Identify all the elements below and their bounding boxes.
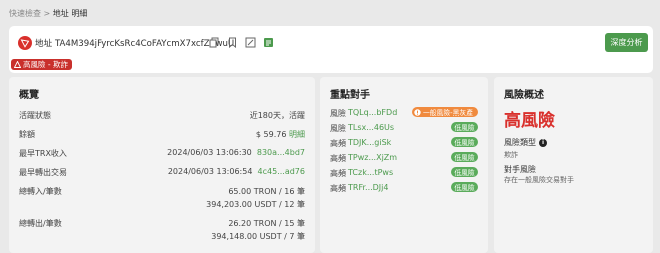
cp-risk-tag: 一般風險-黑灰產 bbox=[411, 107, 478, 117]
address-header: 地址 TA4M394jFyrcKsRc4CoFAYcmX7xcfZZwuU 深度… bbox=[9, 26, 653, 73]
breadcrumb-current: 地址 明細 bbox=[52, 9, 88, 18]
balance-detail-link[interactable]: 明細 bbox=[289, 130, 305, 139]
cp-address-link[interactable]: TQLq...bFDd bbox=[348, 108, 397, 117]
cp-address-link[interactable]: TPwz...XjZm bbox=[348, 153, 397, 162]
counterparty-risk-label: 對手風險 bbox=[504, 165, 536, 174]
cp-address-link[interactable]: TRFr...DJj4 bbox=[348, 183, 388, 192]
risk-badge: 高風險 - 欺詐 bbox=[11, 59, 72, 70]
bookmark-icon[interactable] bbox=[227, 37, 238, 49]
counterparty-row: 風險 TQLq...bFDd 一般風險-黑灰產 bbox=[330, 107, 478, 119]
address-label: 地址 bbox=[35, 39, 53, 49]
breadcrumb-root[interactable]: 快速檢查 bbox=[9, 9, 41, 18]
timestamp: 2024/06/03 13:06:54 bbox=[167, 167, 253, 176]
balance-value: $ 59.76 bbox=[255, 130, 287, 139]
cp-level: 高頻 bbox=[330, 169, 346, 178]
counterparty-row: 高頻 TPwz...XjZm 低風險 bbox=[330, 152, 478, 164]
row-value: 2024/06/03 13:06:30 830a...4bd7 bbox=[167, 148, 305, 157]
cp-risk-tag: 低風險 bbox=[451, 167, 478, 177]
counterparty-row: 高頻 TRFr...DJj4 低風險 bbox=[330, 182, 478, 194]
cp-level: 高頻 bbox=[330, 139, 346, 148]
breadcrumb-separator: > bbox=[41, 9, 53, 18]
cp-level: 風險 bbox=[330, 109, 346, 118]
counterparty-row: 高頻 TCzk...tPws 低風險 bbox=[330, 167, 478, 179]
overview-title: 概覽 bbox=[19, 90, 39, 101]
row-label: 餘額 bbox=[19, 130, 35, 139]
cp-risk-tag: 低風險 bbox=[451, 137, 478, 147]
risk-summary-title: 風險概述 bbox=[504, 90, 544, 101]
cp-address-link[interactable]: TLsx...46Us bbox=[348, 123, 394, 132]
export-icon[interactable] bbox=[263, 37, 274, 48]
risk-type-label: 風險類型 i bbox=[504, 137, 547, 148]
cp-risk-tag: 低風險 bbox=[451, 122, 478, 132]
cp-address-link[interactable]: TDJK...giSk bbox=[348, 138, 391, 147]
row-label: 活躍狀態 bbox=[19, 111, 51, 120]
risk-level: 高風險 bbox=[504, 111, 555, 131]
warning-icon bbox=[414, 108, 421, 116]
cp-level: 高頻 bbox=[330, 154, 346, 163]
row-label: 最早轉出交易 bbox=[19, 168, 67, 177]
total-in-tron: 65.00 TRON / 16 筆 bbox=[228, 187, 305, 196]
total-in-usdt: 394,203.00 USDT / 12 筆 bbox=[206, 200, 305, 209]
address-value: TA4M394jFyrcKsRc4CoFAYcmX7xcfZZwuU bbox=[54, 39, 235, 49]
risk-summary-card: 風險概述 高風險 風險類型 i 欺詐 對手風險 存在一般風險交易對手 bbox=[494, 77, 653, 253]
counterparty-risk-value: 存在一般風險交易對手 bbox=[504, 176, 574, 184]
cp-risk-tag: 低風險 bbox=[451, 152, 478, 162]
total-in-label: 總轉入/筆數 bbox=[19, 187, 62, 196]
risk-type-value: 欺詐 bbox=[504, 151, 518, 159]
edit-icon[interactable] bbox=[245, 37, 256, 48]
cp-risk-tag-label: 一般風險-黑灰產 bbox=[422, 109, 473, 117]
risk-type-label-text: 風險類型 bbox=[504, 138, 536, 147]
row-value: 近180天，活躍 bbox=[249, 111, 305, 120]
copy-icon[interactable] bbox=[209, 37, 220, 48]
tx-hash-link[interactable]: 4c45...ad76 bbox=[258, 167, 305, 176]
total-out-usdt: 394,148.00 USDT / 7 筆 bbox=[211, 232, 305, 241]
counterparties-card: 重點對手 風險 TQLq...bFDd 一般風險-黑灰產 風險 TLsx...4… bbox=[320, 77, 488, 253]
cp-level: 風險 bbox=[330, 124, 346, 133]
cp-address-link[interactable]: TCzk...tPws bbox=[348, 168, 393, 177]
row-label: 最早TRX收入 bbox=[19, 149, 67, 158]
info-icon[interactable]: i bbox=[539, 138, 547, 147]
risk-badge-label: 高風險 - 欺詐 bbox=[23, 60, 68, 69]
address-text: 地址 TA4M394jFyrcKsRc4CoFAYcmX7xcfZZwuU bbox=[35, 37, 234, 49]
cp-risk-tag: 低風險 bbox=[451, 182, 478, 192]
cp-level: 高頻 bbox=[330, 184, 346, 193]
counterparties-title: 重點對手 bbox=[330, 90, 370, 101]
total-out-tron: 26.20 TRON / 15 筆 bbox=[228, 219, 305, 228]
overview-card: 概覽 活躍狀態 近180天，活躍 餘額 $ 59.76 明細 最早TRX收入 2… bbox=[9, 77, 315, 253]
timestamp: 2024/06/03 13:06:30 bbox=[167, 148, 252, 157]
counterparty-row: 高頻 TDJK...giSk 低風險 bbox=[330, 137, 478, 149]
deep-analysis-button[interactable]: 深度分析 bbox=[605, 33, 648, 52]
row-value: 2024/06/03 13:06:54 4c45...ad76 bbox=[168, 167, 305, 176]
row-value: $ 59.76 明細 bbox=[256, 129, 305, 140]
total-out-label: 總轉出/筆數 bbox=[19, 219, 62, 228]
warning-icon bbox=[14, 61, 21, 68]
tx-hash-link[interactable]: 830a...4bd7 bbox=[257, 148, 305, 157]
counterparty-row: 風險 TLsx...46Us 低風險 bbox=[330, 122, 478, 134]
tron-logo-icon bbox=[18, 36, 32, 50]
breadcrumb: 快速檢查 > 地址 明細 bbox=[9, 8, 87, 19]
